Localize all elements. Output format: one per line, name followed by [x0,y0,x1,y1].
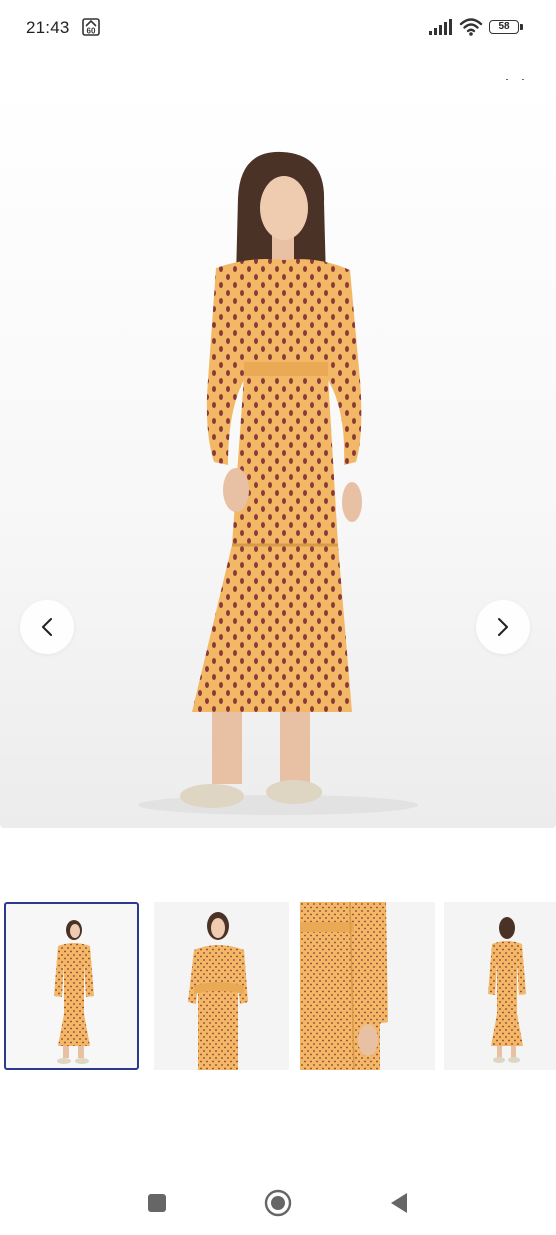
product-photo [138,151,418,815]
thumbnail-detail-waist[interactable] [300,902,435,1070]
battery-level: 58 [498,21,510,32]
home-icon [264,1189,292,1217]
signal-icon [429,19,452,35]
recent-apps-icon [148,1194,166,1212]
back-button[interactable] [384,1188,414,1218]
chevron-right-icon [498,618,508,636]
thumbnail-image [488,917,526,1063]
thumbnail-image [54,920,94,1064]
thumbnail-front-arms-crossed[interactable] [154,902,289,1070]
status-bar: 21:43 60 58 [0,0,556,56]
system-nav-bar [0,1170,556,1235]
notification-badge-icon: 60 [82,18,100,36]
badge-text: 60 [87,27,96,36]
thumbnail-image [188,912,248,1070]
recent-apps-button[interactable] [142,1188,172,1218]
wifi-icon [459,18,483,36]
next-image-button[interactable] [476,600,530,654]
prev-image-button[interactable] [20,600,74,654]
thumbnail-back-full[interactable] [444,902,556,1070]
status-time: 21:43 [26,18,70,37]
thumbnail-image [300,902,388,1070]
back-icon [391,1193,407,1213]
home-button[interactable] [263,1188,293,1218]
battery-icon: 58 [489,20,519,34]
product-image-main[interactable] [0,80,556,828]
thumbnail-strip [0,902,556,1072]
chevron-left-icon [42,618,52,636]
thumbnail-front-full[interactable] [4,902,139,1070]
battery-tip [520,24,523,30]
